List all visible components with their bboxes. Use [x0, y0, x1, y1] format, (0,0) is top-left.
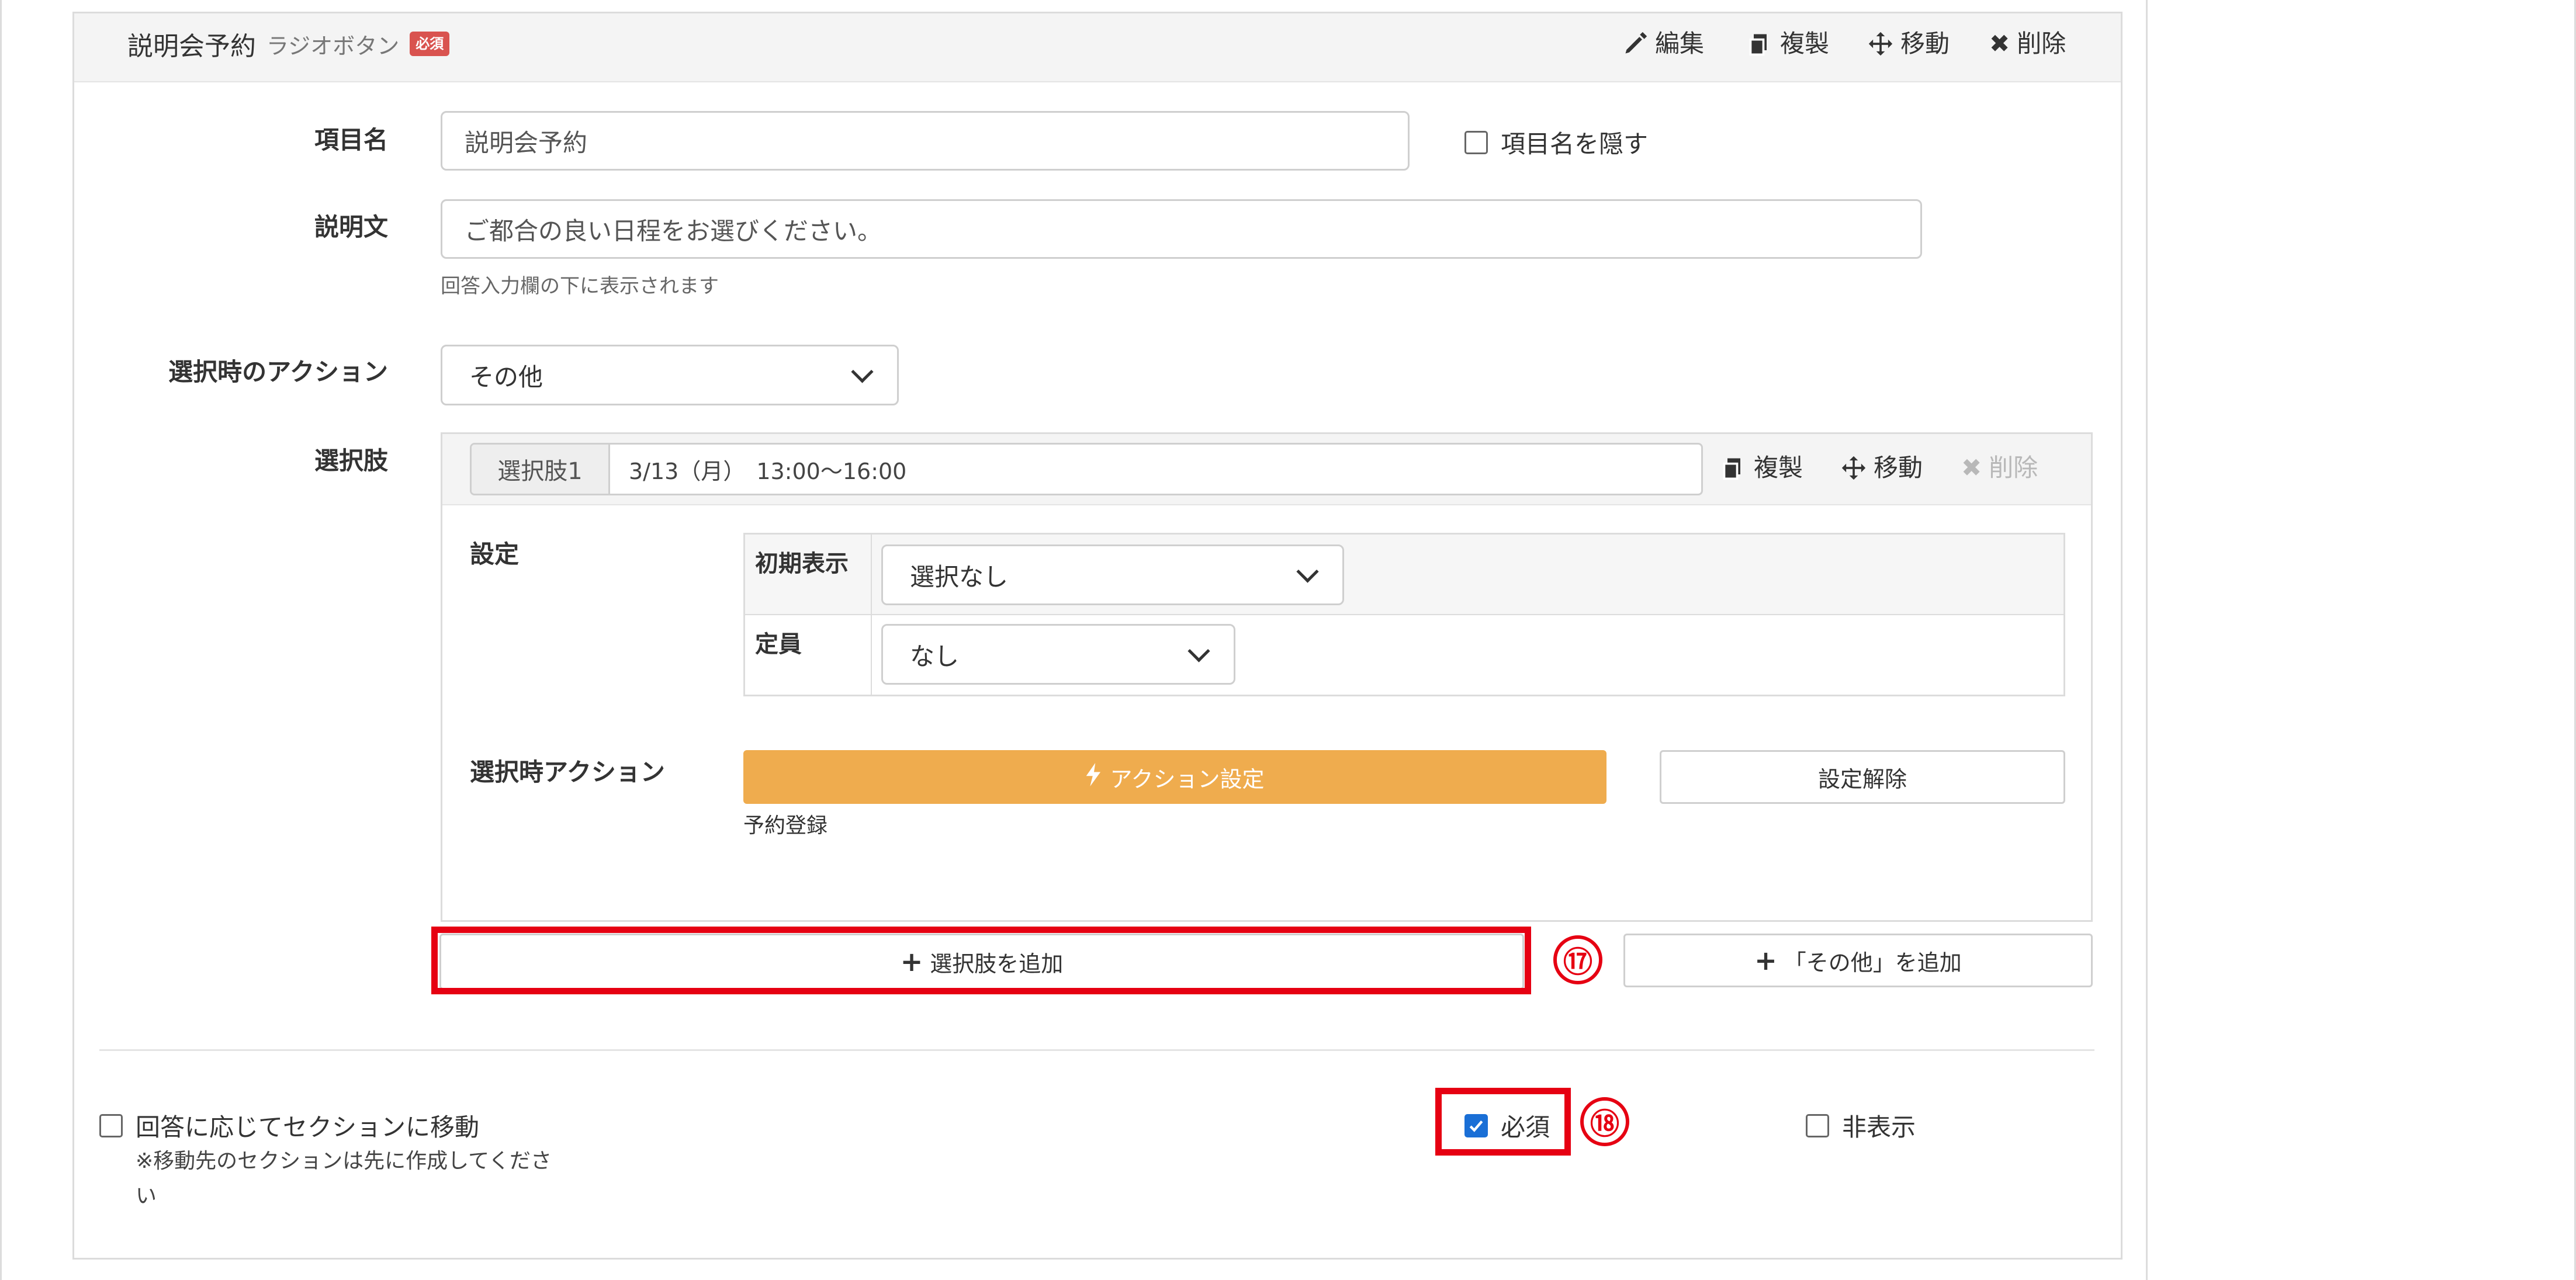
choice-delete-label: 削除: [1989, 453, 2038, 482]
choice-move-label: 移動: [1874, 453, 1923, 482]
initial-display-label: 初期表示: [755, 550, 849, 577]
copy-icon: [1747, 31, 1773, 57]
hidden-label: 非表示: [1842, 1113, 1916, 1142]
chevron-down-icon: [1187, 639, 1210, 662]
settings-col-divider: [871, 535, 872, 695]
hidden-checkbox[interactable]: [1806, 1114, 1829, 1137]
initial-display-value: 選択なし: [910, 562, 1009, 591]
clear-settings-button[interactable]: 設定解除: [1660, 750, 2065, 804]
lightning-icon: [1085, 762, 1103, 792]
annotation-number-18: ⑱: [1580, 1097, 1629, 1146]
edit-button[interactable]: 編集: [1622, 29, 1704, 58]
card-header-title-group: 説明会予約 ラジオボタン 必須: [127, 26, 450, 61]
move-arrows-icon: [1841, 455, 1867, 481]
chevron-down-icon: [1296, 560, 1319, 583]
annotation-box-17: [431, 927, 1531, 994]
item-title: 説明会予約: [127, 32, 256, 61]
choices-label: 選択肢: [314, 446, 388, 475]
choice-text-input-group[interactable]: 選択肢1 3/13（月） 13:00〜16:00: [470, 443, 1703, 495]
choice-delete-button[interactable]: ✖ 削除: [1961, 453, 2038, 483]
required-badge: 必須: [410, 32, 450, 56]
capacity-select[interactable]: なし: [881, 624, 1235, 685]
hide-name-checkbox[interactable]: [1464, 130, 1488, 154]
action-settings-button[interactable]: アクション設定: [743, 750, 1606, 804]
left-border: [0, 0, 2, 1280]
choice-text-value: 3/13（月） 13:00〜16:00: [629, 458, 907, 484]
description-label: 説明文: [314, 213, 388, 241]
item-name-value: 説明会予約: [465, 128, 588, 157]
item-name-input[interactable]: 説明会予約: [441, 111, 1410, 171]
duplicate-label: 複製: [1780, 29, 1830, 58]
delete-button[interactable]: ✖ 削除: [1989, 29, 2066, 58]
duplicate-button[interactable]: 複製: [1747, 29, 1829, 58]
move-section-checkbox-group[interactable]: 回答に応じてセクションに移動: [99, 1108, 479, 1143]
annotation-18-text: ⑱: [1590, 1107, 1619, 1141]
settings-row-divider: [745, 614, 2063, 615]
action-select[interactable]: その他: [441, 345, 899, 405]
action-note: 予約登録: [743, 814, 828, 838]
item-type: ラジオボタン: [266, 33, 400, 59]
plus-icon: +: [1754, 945, 1777, 976]
description-help-text: 回答入力欄の下に表示されます: [441, 275, 719, 298]
move-arrows-icon: [1868, 31, 1893, 57]
annotation-box-18: [1435, 1088, 1571, 1156]
choice-number-addon: 選択肢1: [472, 445, 610, 494]
section-divider: [99, 1049, 2094, 1051]
close-icon: ✖: [1989, 29, 2010, 58]
choice-move-button[interactable]: 移動: [1841, 453, 1923, 483]
action-settings-label: アクション設定: [1110, 766, 1265, 792]
delete-label: 削除: [2017, 29, 2066, 58]
add-other-button[interactable]: + 「その他」を追加: [1623, 934, 2093, 987]
capacity-label: 定員: [755, 631, 802, 658]
add-other-label: 「その他」を追加: [1784, 949, 1962, 976]
action-select-value: その他: [469, 362, 543, 391]
action-label: 選択時のアクション: [168, 358, 388, 386]
move-section-note: ※移動先のセクションは先に作成してください: [136, 1149, 552, 1208]
pencil-icon: [1622, 31, 1648, 57]
choice-action-label: 選択時アクション: [470, 758, 665, 786]
settings-label: 設定: [470, 540, 520, 568]
edit-label: 編集: [1655, 29, 1705, 58]
annotation-number-17: ⑰: [1553, 935, 1602, 984]
choice-duplicate-button[interactable]: 複製: [1721, 453, 1803, 483]
initial-display-select[interactable]: 選択なし: [881, 544, 1344, 605]
right-divider: [2146, 0, 2148, 1280]
hide-name-checkbox-group[interactable]: 項目名を隠す: [1464, 124, 1648, 160]
chevron-down-icon: [851, 360, 874, 383]
hidden-checkbox-group[interactable]: 非表示: [1806, 1108, 1916, 1143]
annotation-17-text: ⑰: [1563, 945, 1592, 979]
choice-number: 選択肢1: [497, 458, 583, 485]
hide-name-label: 項目名を隠す: [1501, 130, 1649, 158]
choice-text-input[interactable]: 3/13（月） 13:00〜16:00: [610, 445, 1701, 494]
item-name-label: 項目名: [314, 126, 388, 154]
choice-duplicate-label: 複製: [1754, 453, 1803, 482]
move-button[interactable]: 移動: [1868, 29, 1950, 58]
move-section-checkbox[interactable]: [99, 1114, 123, 1137]
capacity-value: なし: [910, 641, 960, 671]
copy-icon: [1721, 455, 1747, 481]
description-value: ご都合の良い日程をお選びください。: [465, 216, 882, 245]
close-icon: ✖: [1961, 453, 1982, 482]
clear-settings-label: 設定解除: [1817, 766, 1907, 792]
move-label: 移動: [1900, 29, 1950, 58]
description-input[interactable]: ご都合の良い日程をお選びください。: [441, 199, 1922, 259]
move-section-label: 回答に応じてセクションに移動: [136, 1113, 480, 1142]
